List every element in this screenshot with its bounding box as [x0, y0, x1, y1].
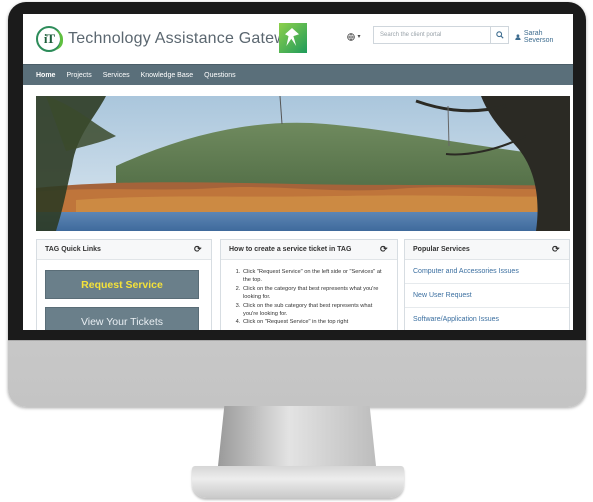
step-item: Click on "Request Service" in the top ri…	[242, 318, 389, 326]
monitor-chin-divider	[8, 340, 586, 341]
how-to-steps: Click "Request Service" on the left side…	[221, 260, 397, 327]
globe-icon	[347, 32, 356, 41]
how-to-panel: How to create a service ticket in TAG ⟳ …	[220, 239, 398, 330]
search-icon	[495, 31, 504, 39]
language-dropdown[interactable]: ▾	[341, 28, 367, 45]
monitor-stand-neck	[218, 406, 376, 466]
logo-text: iT	[43, 31, 55, 46]
hero-landscape-image	[36, 96, 570, 231]
landscape-illustration	[36, 96, 570, 231]
popular-services-panel: Popular Services ⟳ Computer and Accessor…	[404, 239, 570, 330]
quick-links-title: TAG Quick Links	[45, 246, 101, 253]
step-item: Click on the category that best represen…	[242, 285, 389, 302]
search-placeholder: Search the client portal	[380, 32, 442, 38]
request-service-button[interactable]: Request Service	[45, 270, 199, 299]
quick-links-panel: TAG Quick Links ⟳ Request Service View Y…	[36, 239, 212, 330]
view-tickets-button[interactable]: View Your Tickets	[45, 307, 199, 330]
nav-services[interactable]: Services	[103, 72, 130, 79]
popular-services-heading: Popular Services ⟳	[405, 240, 569, 260]
popular-services-title: Popular Services	[413, 246, 470, 253]
nav-questions[interactable]: Questions	[204, 72, 236, 79]
site-header: iT Technology Assistance Gateway ▾ Searc…	[23, 14, 573, 62]
user-name: Sarah Severson	[523, 30, 554, 44]
step-item: Click "Request Service" on the left side…	[242, 268, 389, 285]
service-link[interactable]: Software/Application Issues	[405, 308, 569, 330]
refresh-icon[interactable]: ⟳	[380, 245, 389, 254]
nav-knowledge-base[interactable]: Knowledge Base	[141, 72, 194, 79]
how-to-title: How to create a service ticket in TAG	[229, 246, 352, 253]
step-item: Click on the sub category that best repr…	[242, 302, 389, 319]
search-input[interactable]: Search the client portal	[373, 26, 491, 44]
main-nav: Home Projects Services Knowledge Base Qu…	[23, 64, 573, 85]
chevron-down-icon: ▾	[357, 34, 361, 40]
site-title[interactable]: Technology Assistance Gateway	[68, 30, 303, 48]
monitor-stand-base	[192, 466, 404, 498]
logo-icon[interactable]: iT	[36, 26, 63, 52]
quick-links-heading: TAG Quick Links ⟳	[37, 240, 211, 260]
nav-home[interactable]: Home	[36, 72, 55, 79]
user-icon	[515, 34, 521, 40]
popular-services-list: Computer and Accessories Issues New User…	[405, 260, 569, 330]
figure-shape	[285, 28, 299, 46]
nav-projects[interactable]: Projects	[66, 72, 91, 79]
user-menu[interactable]: Sarah Severson	[515, 30, 573, 44]
service-link[interactable]: Computer and Accessories Issues	[405, 260, 569, 284]
logo-arc	[54, 30, 63, 50]
search-button[interactable]	[491, 26, 509, 44]
person-flag-icon	[279, 23, 307, 53]
screen: iT Technology Assistance Gateway ▾ Searc…	[23, 14, 573, 330]
refresh-icon[interactable]: ⟳	[552, 245, 561, 254]
service-link[interactable]: New User Request	[405, 284, 569, 308]
how-to-heading: How to create a service ticket in TAG ⟳	[221, 240, 397, 260]
refresh-icon[interactable]: ⟳	[194, 245, 203, 254]
